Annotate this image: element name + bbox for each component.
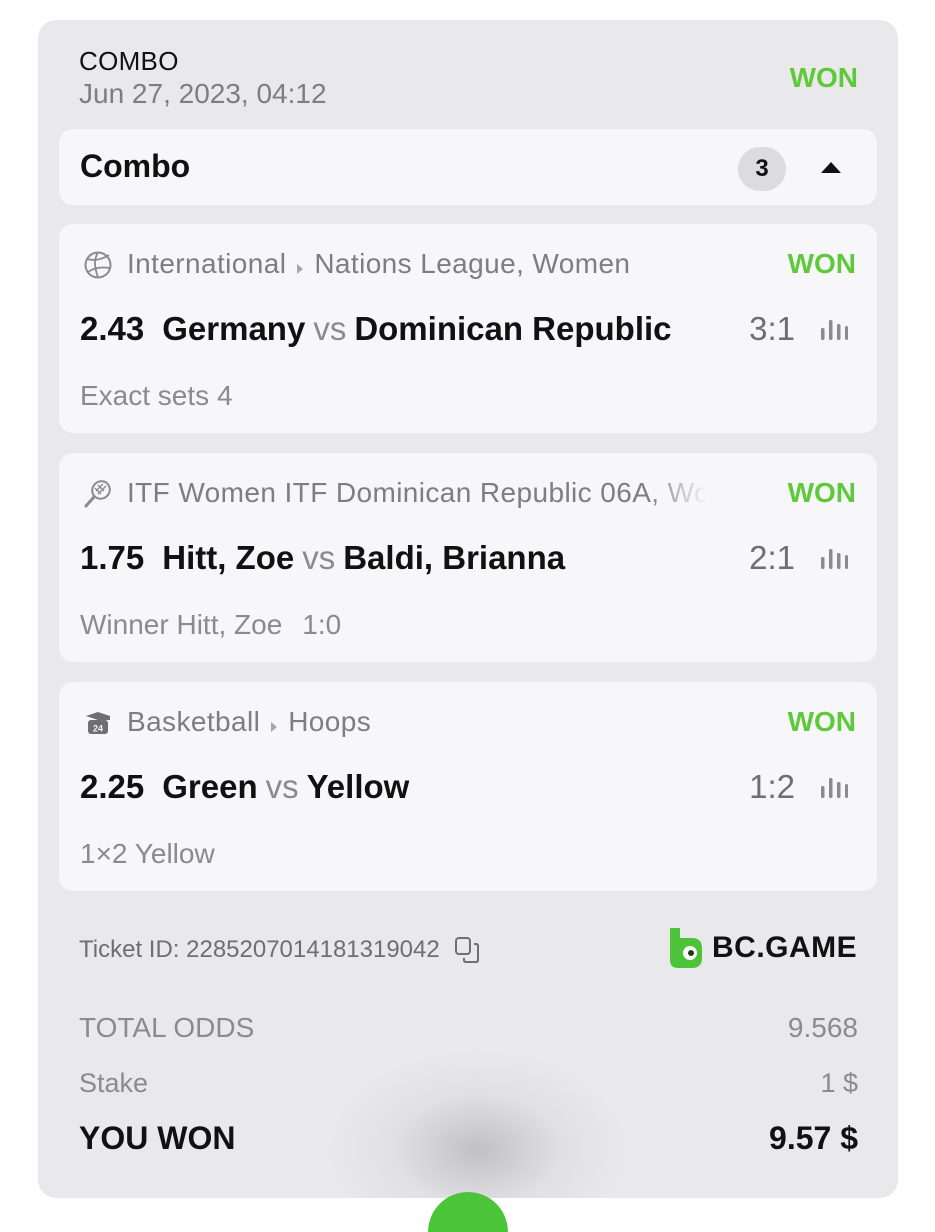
stake-label: Stake: [79, 1068, 149, 1098]
market-score: 1:0: [302, 609, 342, 640]
home-team: Green: [162, 768, 258, 805]
market-selection: Winner Hitt, Zoe 1:0: [80, 609, 341, 641]
match-score: 2:1: [749, 539, 795, 576]
match-score: 3:1: [749, 310, 795, 347]
bet-status-badge: WON: [789, 62, 858, 93]
selection-status: WON: [787, 706, 856, 737]
match-score: 1:2: [749, 768, 795, 805]
brand-logo: BC.GAME: [666, 926, 857, 970]
home-team: Hitt, Zoe: [162, 539, 295, 576]
event-tournament: Hoops: [288, 706, 372, 737]
selection-count-badge: 3: [738, 147, 786, 191]
combo-title: Combo: [80, 148, 191, 184]
bet-ticket-card: COMBO Jun 27, 2023, 04:12 WON Combo 3 In…: [38, 20, 898, 1198]
text-fade: [647, 477, 707, 513]
ticket-id: Ticket ID: 2285207014181319042: [79, 936, 440, 963]
selection-status: WON: [787, 248, 856, 279]
combo-toggle[interactable]: Combo 3: [59, 129, 877, 205]
market-selection: 1×2 Yellow: [80, 838, 235, 870]
market-selection: Exact sets 4: [80, 380, 253, 412]
brand-name: BC.GAME: [712, 931, 858, 964]
away-team: Dominican Republic: [354, 310, 672, 347]
background-shadow: [328, 1050, 628, 1198]
match-line: 2.25 Green vs Yellow: [80, 768, 409, 806]
market-label: Exact sets 4: [80, 380, 233, 411]
floating-action-button[interactable]: [428, 1192, 508, 1232]
payout-value: 9.57 $: [769, 1120, 858, 1156]
total-odds-label: TOTAL ODDS: [79, 1012, 255, 1043]
stats-icon[interactable]: [819, 547, 849, 571]
stake-value: 1 $: [820, 1068, 858, 1098]
payout-label: YOU WON: [79, 1120, 236, 1156]
away-team: Yellow: [306, 768, 410, 805]
basketball-24-icon: 24: [86, 712, 110, 734]
away-team: Baldi, Brianna: [343, 539, 566, 576]
vs-label: vs: [302, 539, 336, 576]
event-category: ITF Women ITF Dominican Republic 06A, Wo: [127, 477, 707, 508]
stats-icon[interactable]: [819, 318, 849, 342]
selection-odds: 2.25: [80, 768, 145, 805]
ticket-id-row: Ticket ID: 2285207014181319042: [79, 936, 480, 964]
event-path: Basketball Hoops: [127, 706, 707, 742]
copy-icon[interactable]: [454, 936, 480, 964]
event-category: International: [127, 248, 287, 279]
vs-label: vs: [313, 310, 347, 347]
selection-card: ITF Women ITF Dominican Republic 06A, Wo…: [59, 453, 877, 662]
selection-odds: 2.43: [80, 310, 145, 347]
bet-type: COMBO: [79, 46, 179, 76]
bc-game-logo-icon: [670, 928, 702, 968]
selection-card: 24 Basketball Hoops WON 2.25 Green vs Yellow…: [59, 682, 877, 891]
caret-up-icon[interactable]: [819, 158, 843, 176]
chevron-right-icon: [270, 708, 278, 740]
bet-date: Jun 27, 2023, 04:12: [79, 78, 327, 109]
stats-icon[interactable]: [819, 776, 849, 800]
selection-odds: 1.75: [80, 539, 145, 576]
event-path: ITF Women ITF Dominican Republic 06A, Wo: [127, 477, 707, 513]
selection-status: WON: [787, 477, 856, 508]
event-tournament: Nations League, Women: [314, 248, 631, 279]
market-label: 1×2 Yellow: [80, 838, 215, 869]
chevron-right-icon: [296, 250, 304, 282]
vs-label: vs: [265, 768, 299, 805]
svg-text:24: 24: [93, 724, 103, 734]
volleyball-icon: [84, 251, 112, 279]
match-line: 2.43 Germany vs Dominican Republic: [80, 310, 672, 348]
tennis-racket-icon: [84, 480, 111, 508]
selection-card: International Nations League, Women WON 2…: [59, 224, 877, 433]
match-line: 1.75 Hitt, Zoe vs Baldi, Brianna: [80, 539, 565, 577]
event-path: International Nations League, Women: [127, 248, 707, 284]
market-label: Winner Hitt, Zoe: [80, 609, 283, 640]
event-category: Basketball: [127, 706, 261, 737]
total-odds-value: 9.568: [787, 1012, 858, 1043]
home-team: Germany: [162, 310, 306, 347]
